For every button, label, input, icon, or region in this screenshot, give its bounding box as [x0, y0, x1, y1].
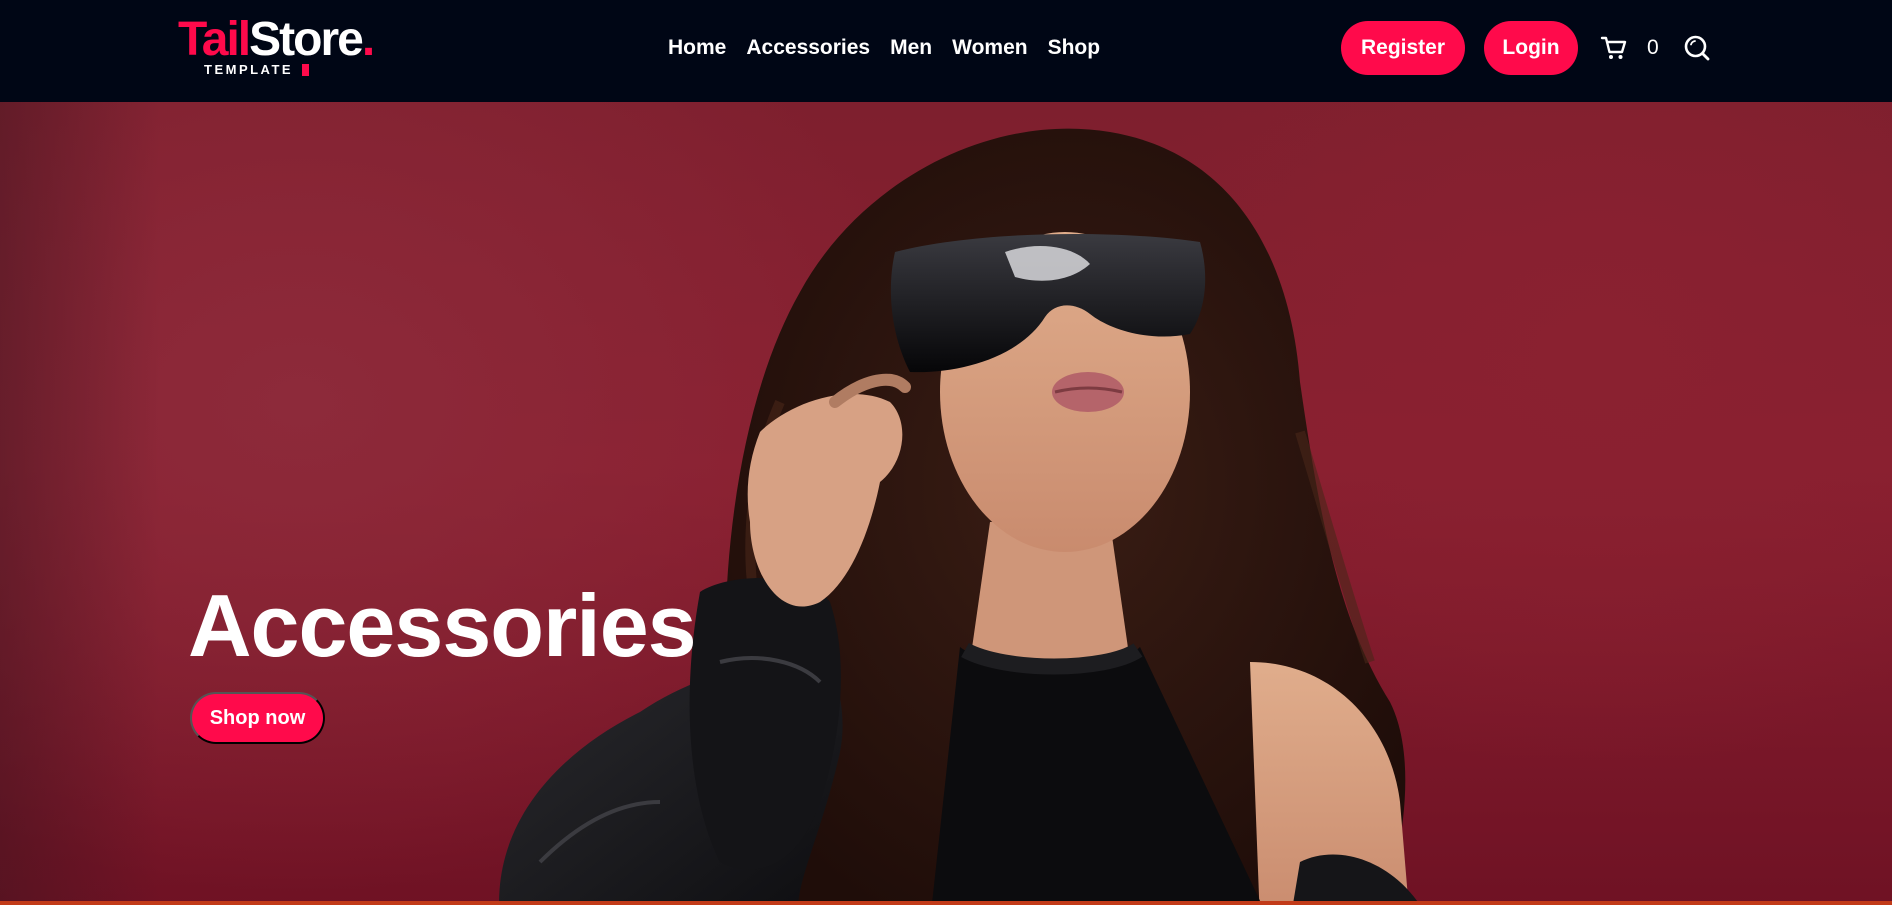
brand-wordmark: TailStore.: [178, 13, 375, 66]
nav-item-men[interactable]: Men: [890, 30, 932, 66]
shop-now-button[interactable]: Shop now: [190, 692, 325, 744]
brand-logo[interactable]: TailStore. TEMPLATE: [178, 14, 388, 80]
site-header: TailStore. TEMPLATE Home Accessories Men…: [0, 0, 1892, 102]
nav-item-women[interactable]: Women: [952, 30, 1027, 66]
brand-mark: [302, 64, 309, 76]
hero-title: Accessories: [188, 576, 697, 675]
hero-banner: Accessories Shop now: [0, 102, 1892, 905]
login-button[interactable]: Login: [1484, 21, 1578, 75]
brand-name-accent: Tail: [178, 13, 251, 66]
hero-bottom-border: [0, 901, 1892, 905]
cart-icon[interactable]: [1600, 34, 1628, 62]
nav-item-home[interactable]: Home: [668, 30, 726, 66]
main-nav: Home Accessories Men Women Shop: [668, 30, 1100, 66]
search-icon[interactable]: [1683, 34, 1711, 62]
cart-count: 0: [1647, 36, 1659, 59]
hero-model-image: [499, 128, 1420, 905]
register-button[interactable]: Register: [1341, 21, 1465, 75]
brand-name-main: Store: [249, 13, 364, 66]
brand-subtitle: TEMPLATE: [204, 62, 294, 77]
nav-item-shop[interactable]: Shop: [1048, 30, 1101, 66]
nav-item-accessories[interactable]: Accessories: [746, 30, 870, 66]
brand-name-dot: .: [361, 13, 375, 66]
